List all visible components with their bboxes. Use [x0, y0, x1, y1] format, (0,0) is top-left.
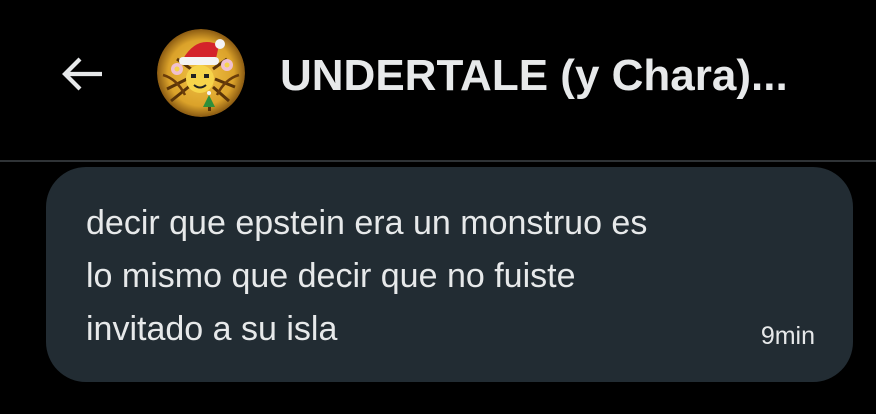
group-avatar[interactable] [157, 29, 245, 117]
header-divider [0, 160, 876, 162]
back-button[interactable] [52, 48, 112, 100]
message-text: decir que epstein era un monstruo es lo … [86, 204, 648, 348]
chat-title[interactable]: UNDERTALE (y Chara)... [280, 50, 788, 102]
arrow-left-icon [62, 57, 102, 91]
chat-header: UNDERTALE (y Chara)... [0, 0, 876, 160]
message-timestamp: 9min [760, 322, 815, 350]
message-bubble[interactable]: decir que epstein era un monstruo es lo … [46, 167, 853, 382]
group-avatar-icon [157, 29, 245, 117]
